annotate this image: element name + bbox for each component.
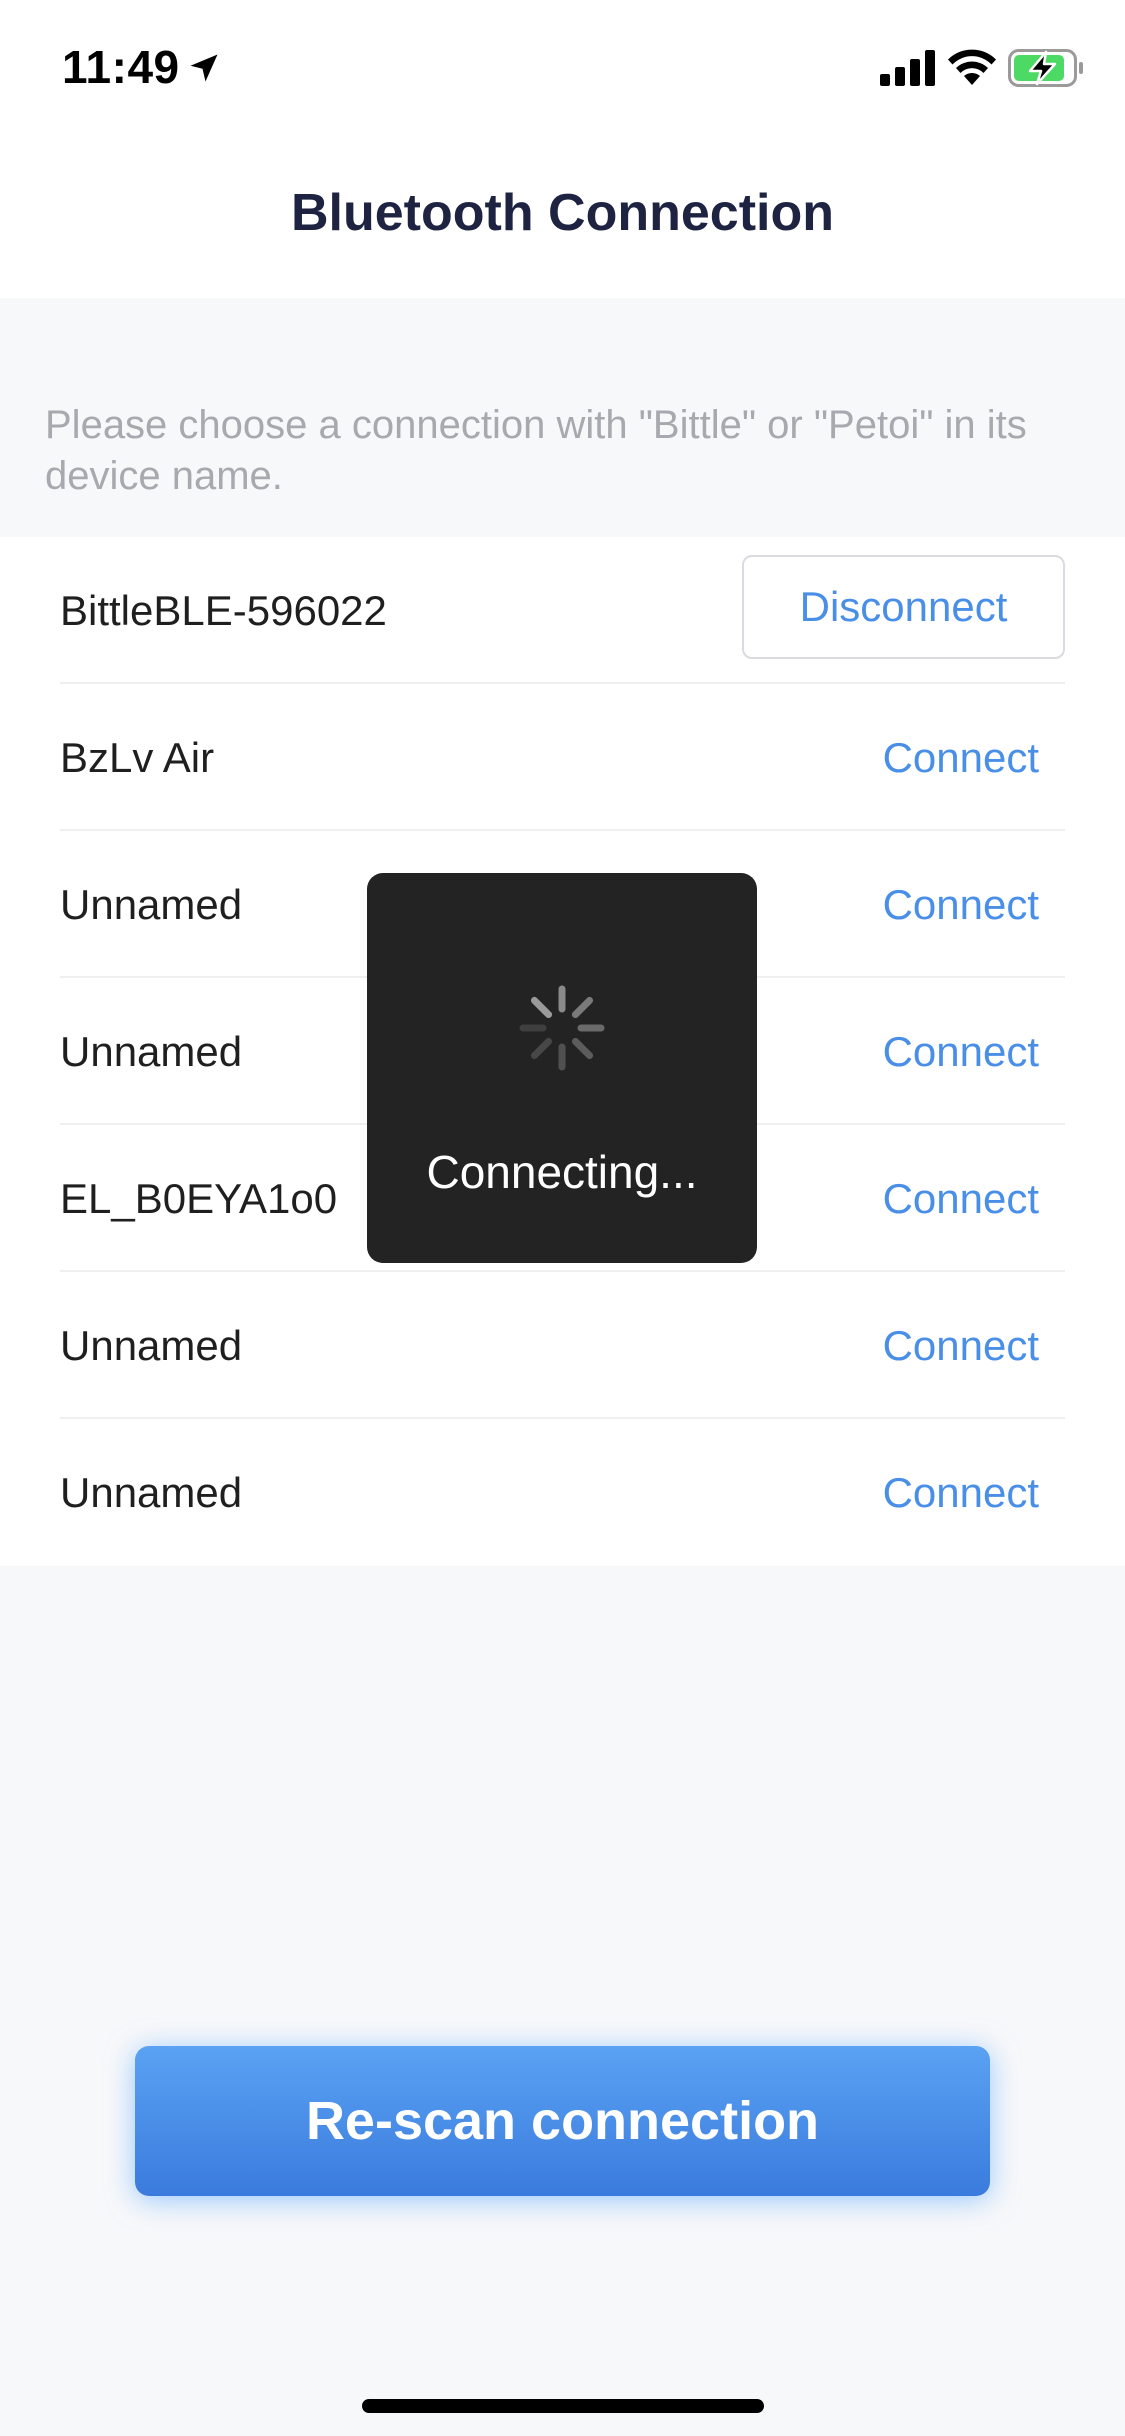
battery-charging-icon: [1008, 49, 1083, 87]
device-name: Unnamed: [60, 881, 243, 928]
disconnect-button[interactable]: Disconnect: [742, 555, 1065, 659]
device-name: Unnamed: [60, 1469, 243, 1516]
device-row: Unnamed Connect: [0, 1419, 1125, 1566]
connect-button[interactable]: Connect: [883, 1272, 1039, 1419]
signal-icon: [880, 50, 935, 86]
spinner-icon: [519, 985, 605, 1071]
connecting-text: Connecting...: [426, 1146, 698, 1198]
connect-button[interactable]: Connect: [883, 684, 1039, 831]
connect-button[interactable]: Connect: [883, 978, 1039, 1125]
device-name: BzLv Air: [60, 734, 215, 781]
device-name: Unnamed: [60, 1028, 243, 1075]
navigation-header: Bluetooth Connection: [0, 135, 1125, 298]
wifi-icon: [948, 49, 996, 85]
location-arrow-icon: [190, 54, 218, 82]
device-row: BzLv Air Connect: [0, 684, 1125, 831]
page-title: Bluetooth Connection: [290, 184, 835, 242]
connect-button[interactable]: Connect: [883, 1419, 1039, 1566]
instruction-text: Please choose a connection with "Bittle"…: [45, 403, 1027, 498]
rescan-button[interactable]: Re-scan connection: [135, 2046, 990, 2196]
connecting-overlay: Connecting...: [367, 873, 757, 1263]
home-indicator[interactable]: [362, 2399, 764, 2413]
device-row: BittleBLE-596022 Disconnect: [0, 537, 1125, 684]
status-bar: 11:49: [0, 0, 1125, 135]
device-name: Unnamed: [60, 1322, 243, 1369]
connect-button[interactable]: Connect: [883, 1125, 1039, 1272]
connect-button[interactable]: Connect: [883, 831, 1039, 978]
device-name: EL_B0EYA1o0: [60, 1175, 338, 1222]
device-row: Unnamed Connect: [0, 1272, 1125, 1419]
status-time: 11:49: [62, 41, 180, 93]
device-name: BittleBLE-596022: [60, 587, 387, 634]
